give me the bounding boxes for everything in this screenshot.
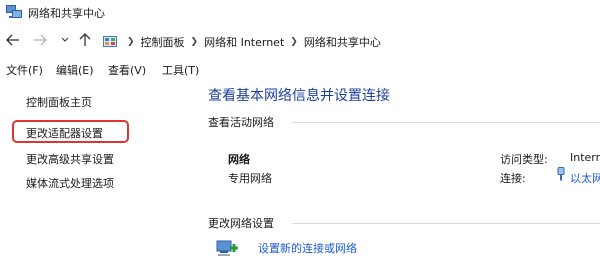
menu-bar: 文件(F) 编辑(E) 查看(V) 工具(T)	[0, 58, 600, 80]
network-type[interactable]: 专用网络	[228, 170, 272, 186]
window-title: 网络和共享中心	[28, 7, 105, 20]
access-type-label: 访问类型:	[500, 153, 548, 166]
sidebar-item-advanced-sharing[interactable]: 更改高级共享设置	[26, 151, 114, 167]
sidebar-item-media-streaming[interactable]: 媒体流式处理选项	[26, 175, 114, 191]
divider	[292, 223, 600, 224]
chevron-right-icon[interactable]: ❯	[127, 37, 135, 47]
network-center-icon	[6, 5, 22, 19]
main-content: 查看基本网络信息并设置连接 查看活动网络 网络 专用网络 访问类型: Inter…	[192, 82, 600, 262]
change-settings-heading: 更改网络设置	[208, 217, 274, 230]
ethernet-icon	[556, 167, 566, 181]
connection-label: 连接:	[500, 172, 526, 185]
connection-link[interactable]: 以太网	[570, 170, 600, 186]
forward-arrow-icon[interactable]	[33, 33, 47, 47]
breadcrumb: ❯ 控制面板 ❯ 网络和 Internet ❯ 网络和共享中心	[121, 34, 381, 50]
sidebar-item-change-adapter-settings[interactable]: 更改适配器设置	[26, 125, 103, 141]
breadcrumb-network-center[interactable]: 网络和共享中心	[304, 34, 381, 50]
active-networks-heading: 查看活动网络	[208, 116, 274, 129]
setup-connection-link[interactable]: 设置新的连接或网络	[258, 240, 357, 256]
title-bar: 网络和共享中心	[0, 0, 600, 26]
new-connection-icon	[216, 238, 240, 258]
up-arrow-icon[interactable]	[78, 33, 92, 47]
sidebar-item-control-panel-home[interactable]: 控制面板主页	[26, 94, 92, 110]
chevron-right-icon[interactable]: ❯	[290, 37, 298, 47]
breadcrumb-network-internet[interactable]: 网络和 Internet	[204, 34, 284, 50]
sidebar: 控制面板主页 更改适配器设置 更改高级共享设置 媒体流式处理选项	[0, 82, 192, 262]
divider	[292, 122, 600, 123]
navigation-bar: ❯ 控制面板 ❯ 网络和 Internet ❯ 网络和共享中心	[0, 27, 600, 55]
menu-file[interactable]: 文件(F)	[6, 62, 43, 78]
control-panel-icon	[103, 35, 117, 49]
address-box[interactable]: ❯ 控制面板 ❯ 网络和 Internet ❯ 网络和共享中心	[99, 30, 600, 52]
menu-edit[interactable]: 编辑(E)	[56, 62, 94, 78]
recent-dropdown-icon[interactable]	[58, 33, 72, 47]
breadcrumb-control-panel[interactable]: 控制面板	[141, 34, 185, 50]
network-name: 网络	[228, 153, 250, 166]
page-title: 查看基本网络信息并设置连接	[208, 88, 390, 104]
menu-view[interactable]: 查看(V)	[108, 62, 146, 78]
chevron-right-icon[interactable]: ❯	[191, 37, 199, 47]
menu-tools[interactable]: 工具(T)	[162, 62, 199, 78]
access-type-value: Intern	[570, 151, 600, 164]
back-arrow-icon[interactable]	[6, 33, 20, 47]
